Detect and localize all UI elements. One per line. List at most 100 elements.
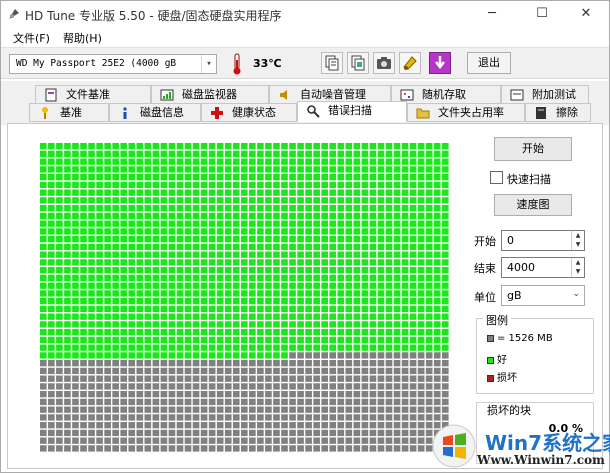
good-block xyxy=(64,290,71,297)
good-block xyxy=(168,236,176,243)
untested-block xyxy=(281,422,288,429)
good-block xyxy=(96,259,103,266)
copy-text-button[interactable] xyxy=(321,52,343,74)
good-block xyxy=(48,282,55,289)
good-block xyxy=(80,189,87,196)
start-position-input[interactable]: 0 ▲ ▼ xyxy=(501,230,585,251)
good-block xyxy=(120,313,128,320)
close-button[interactable]: ✕ xyxy=(563,1,609,27)
untested-block xyxy=(313,445,320,452)
spin-down-icon[interactable]: ▼ xyxy=(572,267,584,276)
good-block xyxy=(104,166,111,173)
tab-benchmark[interactable]: 基准 xyxy=(29,103,109,122)
untested-block xyxy=(56,445,63,452)
untested-block xyxy=(289,445,296,452)
good-block xyxy=(112,212,119,220)
good-block xyxy=(329,243,337,251)
untested-block xyxy=(345,391,353,398)
screenshot-button[interactable] xyxy=(373,52,395,74)
good-block xyxy=(289,143,296,150)
tab-erase[interactable]: 擦除 xyxy=(525,103,591,122)
unit-select[interactable]: gB ⌄ xyxy=(501,285,585,306)
untested-block xyxy=(160,383,168,390)
good-block xyxy=(168,212,176,220)
good-block xyxy=(257,329,264,336)
untested-block xyxy=(377,375,385,382)
good-block xyxy=(345,290,353,297)
spin-up-icon[interactable]: ▲ xyxy=(572,231,584,240)
good-block xyxy=(441,158,449,165)
minimize-button[interactable]: ─ xyxy=(469,1,515,27)
tab-disk-info[interactable]: 磁盘信息 xyxy=(109,103,201,122)
good-block xyxy=(152,305,160,313)
good-block xyxy=(385,174,393,181)
good-block xyxy=(128,305,136,313)
good-block xyxy=(385,321,393,328)
tab-folder-usage[interactable]: 文件夹占用率 xyxy=(407,103,525,122)
speed-map-button[interactable]: 速度图 xyxy=(494,194,572,216)
menu-file[interactable]: 文件(F) xyxy=(13,30,50,46)
tab-file-benchmark[interactable]: 文件基准 xyxy=(35,85,151,104)
end-position-stepper[interactable]: ▲ ▼ xyxy=(571,258,584,277)
untested-block xyxy=(168,383,176,390)
title-bar: HD Tune 专业版 5.50 - 硬盘/固态硬盘实用程序 ─ ☐ ✕ xyxy=(1,1,609,27)
good-block xyxy=(377,158,385,165)
untested-block xyxy=(433,352,441,359)
untested-block xyxy=(112,367,119,375)
untested-block xyxy=(56,375,63,382)
untested-block xyxy=(232,445,240,452)
untested-block xyxy=(393,422,401,429)
quick-scan-checkbox[interactable] xyxy=(490,171,503,184)
good-block xyxy=(152,243,160,251)
copy-info-button[interactable] xyxy=(347,52,369,74)
good-block xyxy=(40,267,47,274)
tab-extra-tests[interactable]: 附加测试 xyxy=(501,85,589,104)
untested-block xyxy=(297,414,304,421)
good-block xyxy=(433,228,441,235)
chevron-down-icon[interactable]: ▾ xyxy=(201,55,216,73)
good-block xyxy=(305,150,312,158)
exit-button[interactable]: 退出 xyxy=(467,52,511,74)
untested-block xyxy=(112,391,119,398)
menu-help[interactable]: 帮助(H) xyxy=(63,30,102,46)
untested-block xyxy=(265,429,272,437)
spin-down-icon[interactable]: ▼ xyxy=(572,240,584,249)
good-block xyxy=(192,197,200,204)
good-block xyxy=(377,251,385,258)
maximize-button[interactable]: ☐ xyxy=(519,1,565,27)
good-block xyxy=(433,243,441,251)
spin-up-icon[interactable]: ▲ xyxy=(572,258,584,267)
start-position-stepper[interactable]: ▲ ▼ xyxy=(571,231,584,250)
good-block xyxy=(240,197,248,204)
legend-bad: 损坏 xyxy=(487,369,517,384)
untested-block xyxy=(144,398,152,406)
options-button[interactable] xyxy=(399,52,421,74)
untested-block xyxy=(232,414,240,421)
chevron-down-icon[interactable]: ⌄ xyxy=(572,289,580,299)
good-block xyxy=(297,166,304,173)
good-block xyxy=(281,329,288,336)
untested-block xyxy=(329,375,337,382)
untested-block xyxy=(168,437,176,444)
good-block xyxy=(353,205,361,212)
untested-block xyxy=(184,391,192,398)
good-block xyxy=(104,212,111,220)
start-scan-button[interactable]: 开始 xyxy=(494,137,572,161)
tab-health[interactable]: 健康状态 xyxy=(201,103,297,122)
good-block xyxy=(353,166,361,173)
drive-select[interactable]: WD My Passport 25E2 (4000 gB ▾ xyxy=(9,54,217,74)
good-block xyxy=(345,313,353,320)
tab-error-scan[interactable]: 错误扫描 xyxy=(297,101,407,122)
untested-block xyxy=(353,437,361,444)
tab-disk-monitor[interactable]: 磁盘监视器 xyxy=(151,85,269,104)
save-button[interactable] xyxy=(429,52,451,74)
good-block xyxy=(240,143,248,150)
untested-block xyxy=(216,422,224,429)
untested-block xyxy=(104,367,111,375)
untested-block xyxy=(257,414,264,421)
end-position-input[interactable]: 4000 ▲ ▼ xyxy=(501,257,585,278)
good-block xyxy=(401,220,409,227)
good-block xyxy=(160,243,168,251)
tab-random-access[interactable]: 随机存取 xyxy=(391,85,501,104)
good-block xyxy=(232,228,240,235)
